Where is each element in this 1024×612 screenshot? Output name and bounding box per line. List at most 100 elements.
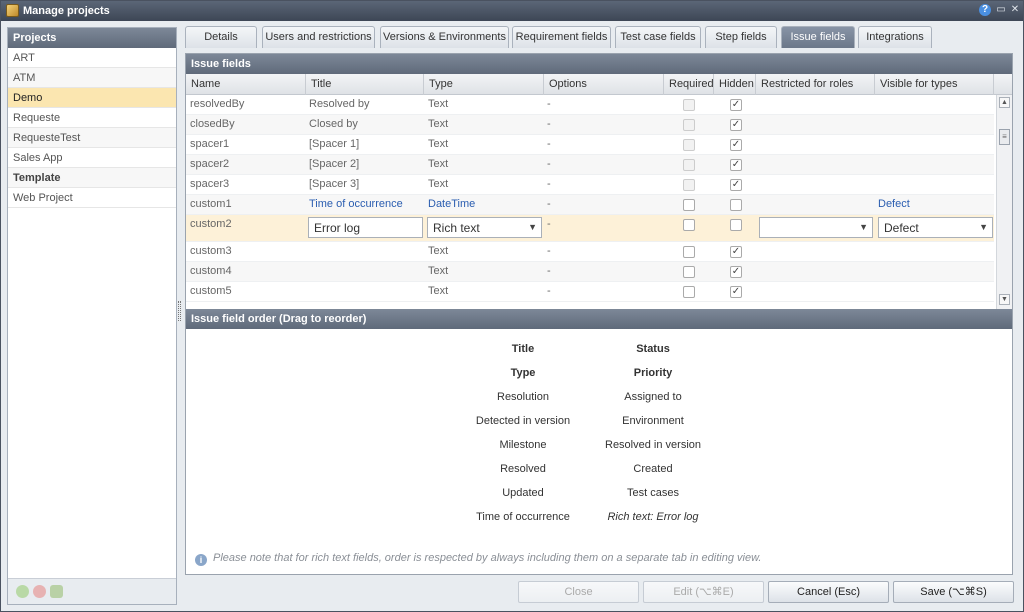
close-button[interactable]: Close	[518, 581, 639, 603]
scroll-thumb[interactable]: ≡	[999, 129, 1010, 145]
order-item[interactable]: Status	[583, 343, 723, 355]
required-checkbox[interactable]	[683, 286, 695, 298]
tab-step-fields[interactable]: Step fields	[705, 26, 777, 48]
hidden-checkbox[interactable]: ✓	[730, 119, 742, 131]
project-item-web-project[interactable]: Web Project	[8, 188, 176, 208]
project-item-atm[interactable]: ATM	[8, 68, 176, 88]
table-row[interactable]: custom1 Time of occurrence DateTime - De…	[186, 195, 994, 215]
cell-name: custom4	[190, 265, 232, 277]
edit-button[interactable]: Edit (⌥⌘E)	[643, 581, 764, 603]
hidden-checkbox[interactable]: ✓	[730, 286, 742, 298]
col-options[interactable]: Options	[544, 74, 664, 95]
order-item[interactable]: Environment	[583, 415, 723, 427]
hidden-checkbox[interactable]: ✓	[730, 266, 742, 278]
order-item[interactable]: Resolution	[453, 391, 593, 403]
hidden-checkbox[interactable]: ✓	[730, 246, 742, 258]
tab-issue-fields[interactable]: Issue fields	[781, 26, 855, 48]
panel-splitter[interactable]	[178, 301, 181, 321]
order-item[interactable]: Rich text: Error log	[583, 511, 723, 523]
col-name[interactable]: Name	[186, 74, 306, 95]
order-item[interactable]: Resolved	[453, 463, 593, 475]
order-item[interactable]: Time of occurrence	[453, 511, 593, 523]
cell-options: -	[547, 118, 551, 130]
order-item[interactable]: Title	[453, 343, 593, 355]
project-item-demo[interactable]: Demo	[8, 88, 176, 108]
cell-name: spacer1	[190, 138, 230, 150]
issue-fields-header: Issue fields	[186, 54, 1012, 74]
order-item[interactable]: Type	[453, 367, 593, 379]
col-hidden[interactable]: Hidden	[714, 74, 756, 95]
table-row[interactable]: spacer1 [Spacer 1] Text - ✓	[186, 135, 994, 155]
order-item[interactable]: Assigned to	[583, 391, 723, 403]
hidden-checkbox[interactable]: ✓	[730, 179, 742, 191]
tab-details[interactable]: Details	[185, 26, 257, 48]
project-item-requeste[interactable]: Requeste	[8, 108, 176, 128]
required-checkbox[interactable]	[683, 266, 695, 278]
cell-type: Text	[428, 158, 449, 170]
tab-requirement-fields[interactable]: Requirement fields	[512, 26, 611, 48]
grid-scrollbar[interactable]: ▲ ≡ ▼	[996, 95, 1012, 309]
save-button[interactable]: Save (⌥⌘S)	[893, 581, 1014, 603]
copy-project-icon[interactable]	[50, 585, 63, 598]
type-select[interactable]: Rich text ▼	[427, 217, 542, 238]
order-item[interactable]: Test cases	[583, 487, 723, 499]
table-row[interactable]: spacer2 [Spacer 2] Text - ✓	[186, 155, 994, 175]
cell-visible-for-types[interactable]: Defect	[874, 195, 910, 215]
col-required[interactable]: Required	[664, 74, 714, 95]
close-icon[interactable]: ✕	[1009, 4, 1021, 16]
project-item-sales-app[interactable]: Sales App	[8, 148, 176, 168]
project-item-template[interactable]: Template	[8, 168, 176, 188]
column-header-row: Name Title Type Options Required Hidden …	[186, 74, 1012, 95]
visible-types-select[interactable]: Defect ▼	[878, 217, 993, 238]
hidden-checkbox[interactable]: ✓	[730, 99, 742, 111]
required-checkbox[interactable]	[683, 219, 695, 231]
tab-users-and-restrictions[interactable]: Users and restrictions	[262, 26, 375, 48]
order-item[interactable]: Created	[583, 463, 723, 475]
chevron-down-icon: ▼	[528, 222, 537, 232]
tab-versions-environments[interactable]: Versions & Environments	[380, 26, 509, 48]
order-item[interactable]: Detected in version	[453, 415, 593, 427]
table-row[interactable]: custom3 Text - ✓	[186, 242, 994, 262]
cell-options: -	[547, 285, 551, 297]
table-row[interactable]: custom5 Text - ✓	[186, 282, 994, 302]
scroll-up-icon[interactable]: ▲	[999, 97, 1010, 108]
order-item[interactable]: Priority	[583, 367, 723, 379]
help-icon[interactable]: ?	[979, 4, 991, 16]
cancel-button[interactable]: Cancel (Esc)	[768, 581, 889, 603]
tab-test-case-fields[interactable]: Test case fields	[615, 26, 701, 48]
project-item-requestetest[interactable]: RequesteTest	[8, 128, 176, 148]
hidden-checkbox[interactable]	[730, 219, 742, 231]
table-row[interactable]: custom4 Text - ✓	[186, 262, 994, 282]
title-bar: Manage projects ? ▭ ✕	[1, 1, 1023, 21]
col-type[interactable]: Type	[424, 74, 544, 95]
col-restricted-for-roles[interactable]: Restricted for roles	[756, 74, 875, 95]
hidden-checkbox[interactable]: ✓	[730, 139, 742, 151]
order-item[interactable]: Resolved in version	[583, 439, 723, 451]
minimize-icon[interactable]: ▭	[995, 4, 1007, 16]
table-row-editing[interactable]: custom2 Error log Rich text ▼ - ▼ Defect…	[186, 215, 994, 242]
col-title[interactable]: Title	[306, 74, 424, 95]
scroll-down-icon[interactable]: ▼	[999, 294, 1010, 305]
required-checkbox	[683, 119, 695, 131]
add-project-icon[interactable]	[16, 585, 29, 598]
table-row[interactable]: spacer3 [Spacer 3] Text - ✓	[186, 175, 994, 195]
tab-integrations[interactable]: Integrations	[858, 26, 932, 48]
required-checkbox[interactable]	[683, 246, 695, 258]
required-checkbox	[683, 179, 695, 191]
cell-type[interactable]: DateTime	[424, 195, 475, 215]
table-row[interactable]: resolvedBy Resolved by Text - ✓	[186, 95, 994, 115]
order-item[interactable]: Updated	[453, 487, 593, 499]
tab-bar: Details Users and restrictions Versions …	[185, 26, 1015, 48]
hidden-checkbox[interactable]: ✓	[730, 159, 742, 171]
table-row[interactable]: closedBy Closed by Text - ✓	[186, 115, 994, 135]
project-item-art[interactable]: ART	[8, 48, 176, 68]
required-checkbox[interactable]	[683, 199, 695, 211]
title-input[interactable]: Error log	[308, 217, 423, 238]
hidden-checkbox[interactable]	[730, 199, 742, 211]
col-visible-for-types[interactable]: Visible for types	[875, 74, 994, 95]
cell-title[interactable]: Time of occurrence	[305, 195, 403, 215]
restricted-roles-select[interactable]: ▼	[759, 217, 873, 238]
cell-name: resolvedBy	[190, 98, 245, 110]
remove-project-icon[interactable]	[33, 585, 46, 598]
order-item[interactable]: Milestone	[453, 439, 593, 451]
